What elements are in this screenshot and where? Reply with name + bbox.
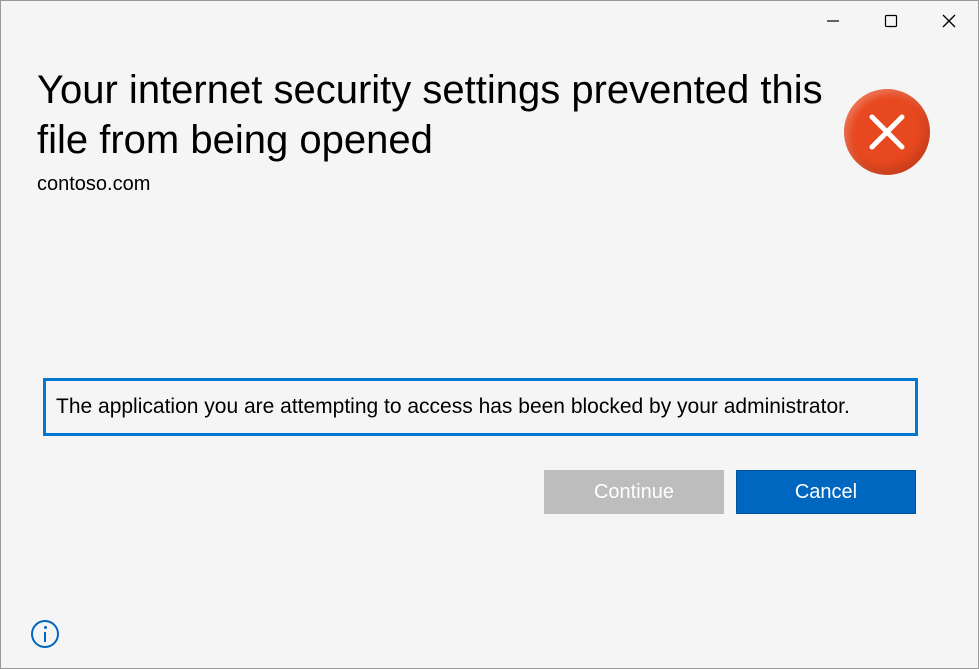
dialog-content: Your internet security settings prevente… [1, 41, 978, 514]
domain-label: contoso.com [37, 173, 824, 196]
minimize-icon [826, 14, 840, 28]
message-text: The application you are attempting to ac… [56, 395, 850, 418]
dialog-window: Your internet security settings prevente… [0, 0, 979, 669]
x-icon [866, 111, 908, 153]
minimize-button[interactable] [804, 1, 862, 41]
cancel-button[interactable]: Cancel [736, 470, 916, 514]
continue-button: Continue [544, 470, 724, 514]
message-box: The application you are attempting to ac… [43, 378, 918, 436]
close-icon [942, 14, 956, 28]
dialog-heading: Your internet security settings prevente… [37, 65, 824, 165]
header-row: Your internet security settings prevente… [37, 65, 938, 196]
header-text: Your internet security settings prevente… [37, 65, 844, 196]
button-row: Continue Cancel [37, 470, 916, 514]
maximize-icon [884, 14, 898, 28]
close-button[interactable] [920, 1, 978, 41]
titlebar [1, 1, 978, 41]
maximize-button[interactable] [862, 1, 920, 41]
info-icon[interactable] [31, 620, 59, 648]
error-icon [844, 89, 930, 175]
